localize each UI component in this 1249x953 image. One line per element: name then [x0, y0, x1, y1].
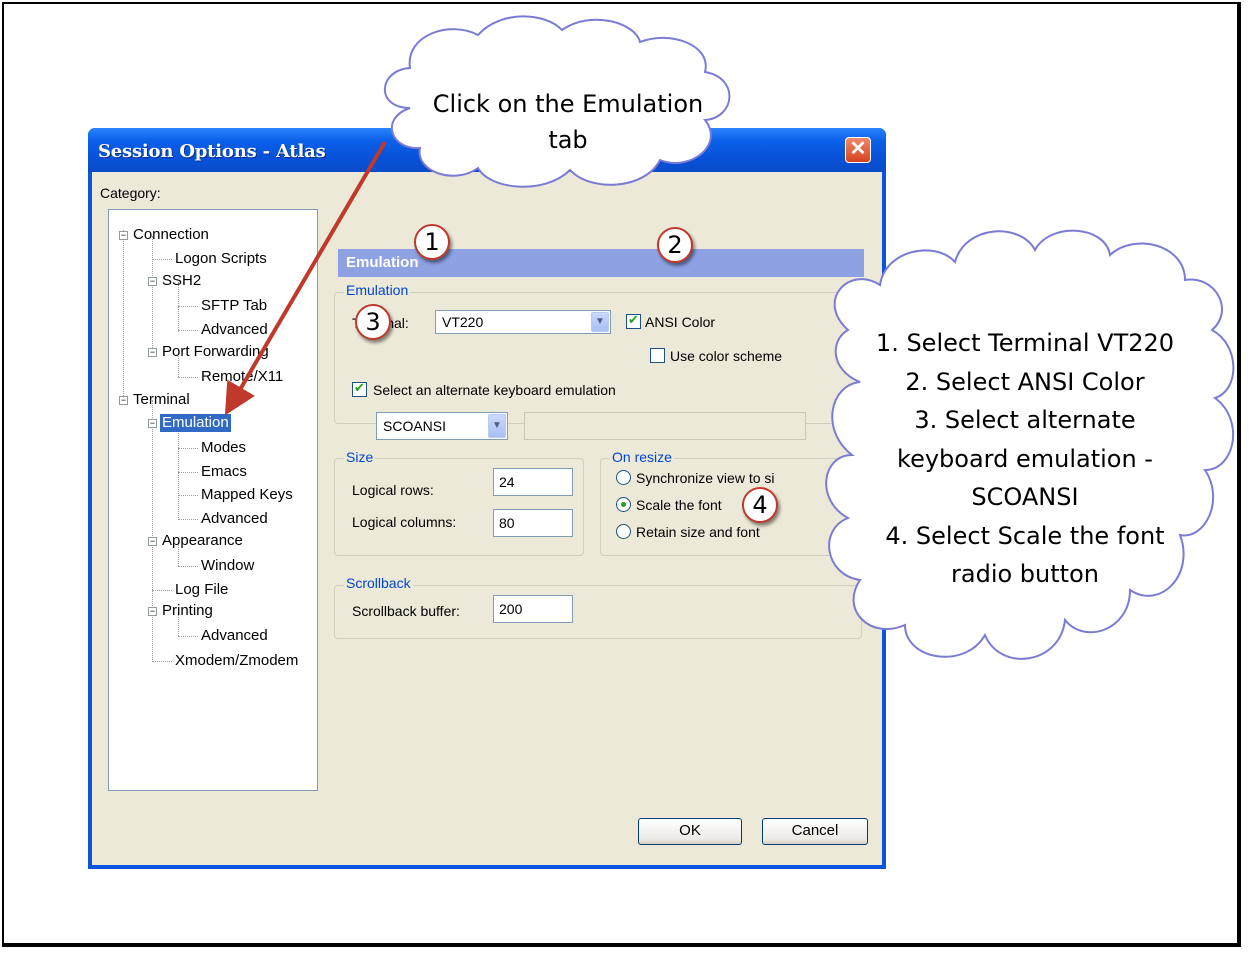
callout-arrow — [224, 140, 387, 416]
top-callout-text: Click on the Emulation tab — [418, 86, 718, 158]
right-callout-line: radio button — [951, 560, 1099, 588]
top-callout-line: Click on the Emulation — [432, 90, 704, 118]
top-callout-line: tab — [548, 126, 588, 154]
right-callout-text: 1. Select Terminal VT220 2. Select ANSI … — [840, 324, 1210, 594]
right-callout-line: 2. Select ANSI Color — [905, 367, 1145, 396]
right-callout-line: 3. Select alternate — [914, 406, 1136, 434]
step-badge-3: 3 — [355, 304, 391, 340]
step-badge-1: 1 — [414, 224, 450, 260]
step-badge-4: 4 — [742, 487, 778, 523]
right-callout-line: 1. Select Terminal VT220 — [875, 329, 1175, 357]
right-callout-line: 4. Select Scale the font — [885, 521, 1165, 550]
right-callout-line: SCOANSI — [971, 483, 1079, 511]
right-callout-line: keyboard emulation - — [897, 444, 1153, 473]
step-badge-2: 2 — [657, 227, 693, 263]
